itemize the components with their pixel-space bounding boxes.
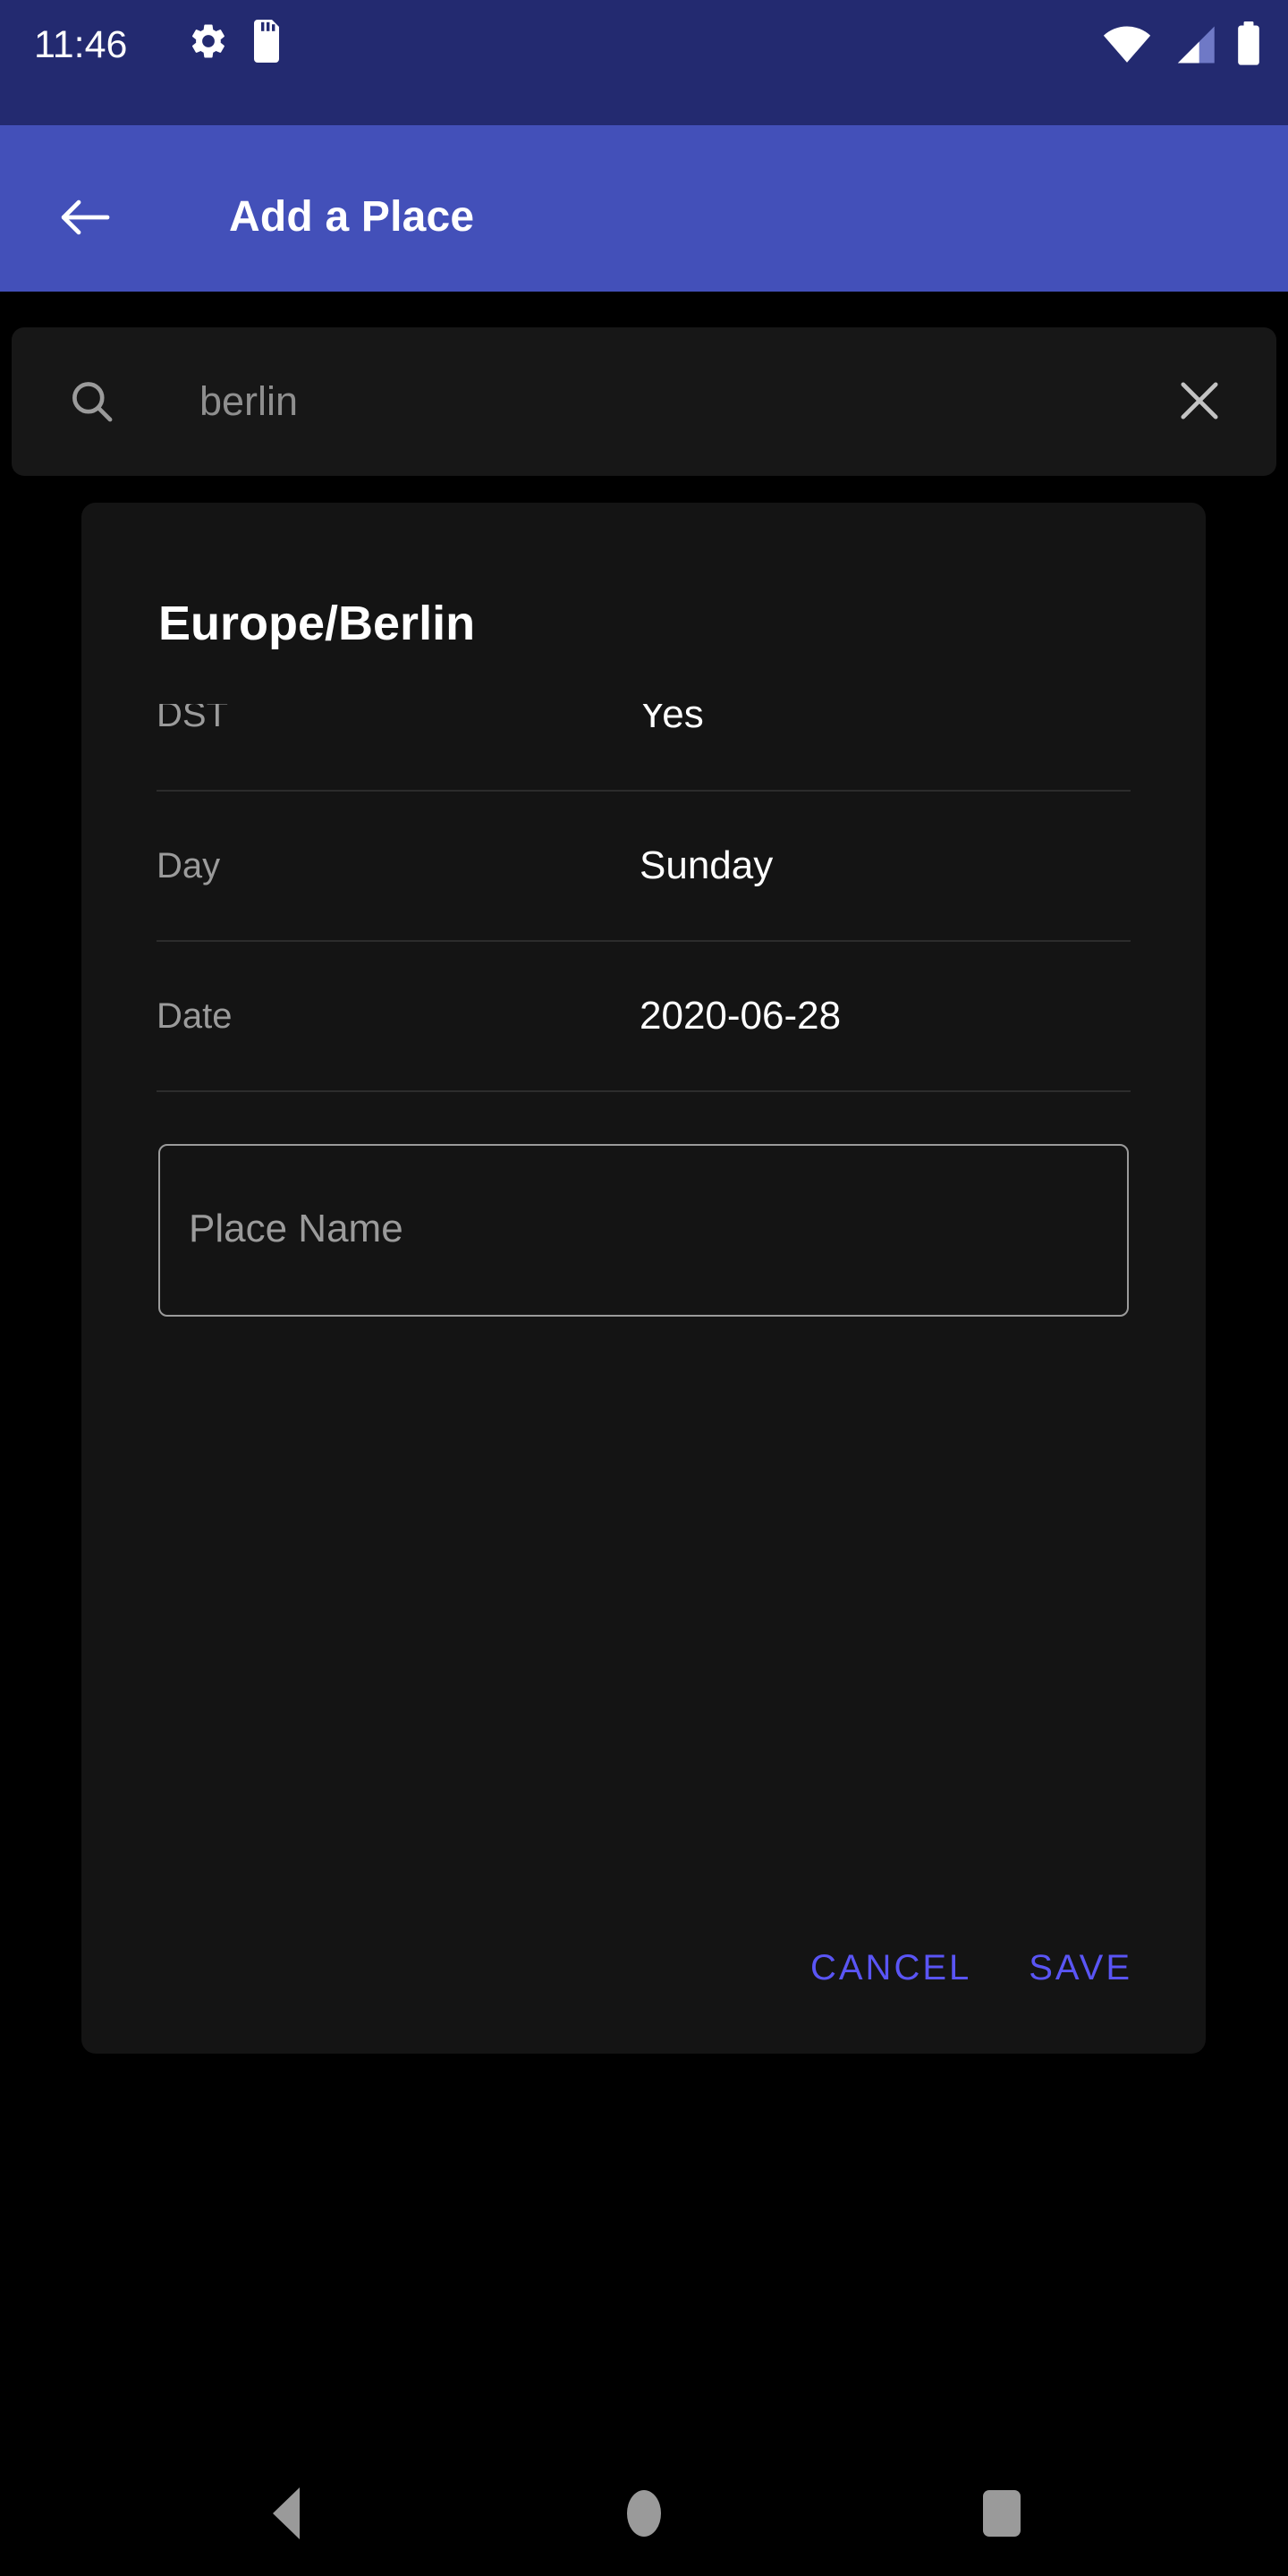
- search-bar[interactable]: berlin: [12, 327, 1276, 476]
- table-row: Day Sunday: [157, 790, 1131, 940]
- dialog-action-bar: CANCEL SAVE: [785, 1930, 1157, 2005]
- android-nav-bar: [0, 2451, 1288, 2576]
- nav-back-icon[interactable]: [250, 2483, 322, 2544]
- close-icon[interactable]: [1174, 376, 1224, 426]
- row-label: Date: [157, 996, 233, 1036]
- status-bar: 11:46: [0, 0, 1288, 125]
- search-input[interactable]: berlin: [199, 370, 298, 433]
- timezone-info-list-inner: DST Yes Day Sunday Date 2020-06-28 Time …: [81, 704, 1206, 1106]
- place-name-input[interactable]: Place Name: [158, 1144, 1129, 1317]
- place-name-placeholder: Place Name: [189, 1207, 403, 1250]
- status-left-icon-group: [188, 20, 284, 67]
- nav-recents-square: [983, 2490, 1021, 2537]
- timezone-info-list[interactable]: DST Yes Day Sunday Date 2020-06-28 Time …: [81, 704, 1206, 1106]
- phone-screen: 11:46 Add a Place berlin Europe/Berlin D…: [0, 0, 1288, 2576]
- row-label: Day: [157, 846, 221, 886]
- timezone-detail-dialog: Europe/Berlin DST Yes Day Sunday Date 20…: [81, 503, 1206, 2054]
- nav-home-icon[interactable]: [608, 2483, 680, 2544]
- status-clock: 11:46: [34, 23, 128, 66]
- nav-back-triangle: [273, 2487, 300, 2539]
- cancel-button[interactable]: CANCEL: [785, 1930, 996, 2005]
- row-value: Yes: [640, 704, 704, 736]
- cellular-signal-icon: [1172, 23, 1216, 71]
- row-value: 2020-06-28: [640, 994, 842, 1038]
- nav-home-circle: [627, 2490, 661, 2537]
- search-icon: [67, 377, 117, 427]
- app-bar: Add a Place: [0, 125, 1288, 292]
- save-button[interactable]: SAVE: [1004, 1930, 1157, 2005]
- sd-card-icon: [249, 20, 284, 67]
- wifi-icon: [1102, 23, 1152, 71]
- row-value: Sunday: [640, 843, 774, 887]
- table-row: Time 11:46:36 AM: [157, 1090, 1131, 1106]
- page-title: Add a Place: [229, 193, 475, 241]
- row-label: DST: [157, 704, 228, 734]
- status-right-icon-group: [1102, 21, 1261, 71]
- battery-icon: [1236, 21, 1261, 71]
- table-row: Date 2020-06-28: [157, 940, 1131, 1090]
- gear-icon: [188, 21, 229, 66]
- nav-recents-icon[interactable]: [966, 2483, 1038, 2544]
- back-arrow-icon[interactable]: [61, 199, 111, 235]
- table-row: DST Yes: [157, 704, 1131, 790]
- dialog-title: Europe/Berlin: [158, 597, 476, 650]
